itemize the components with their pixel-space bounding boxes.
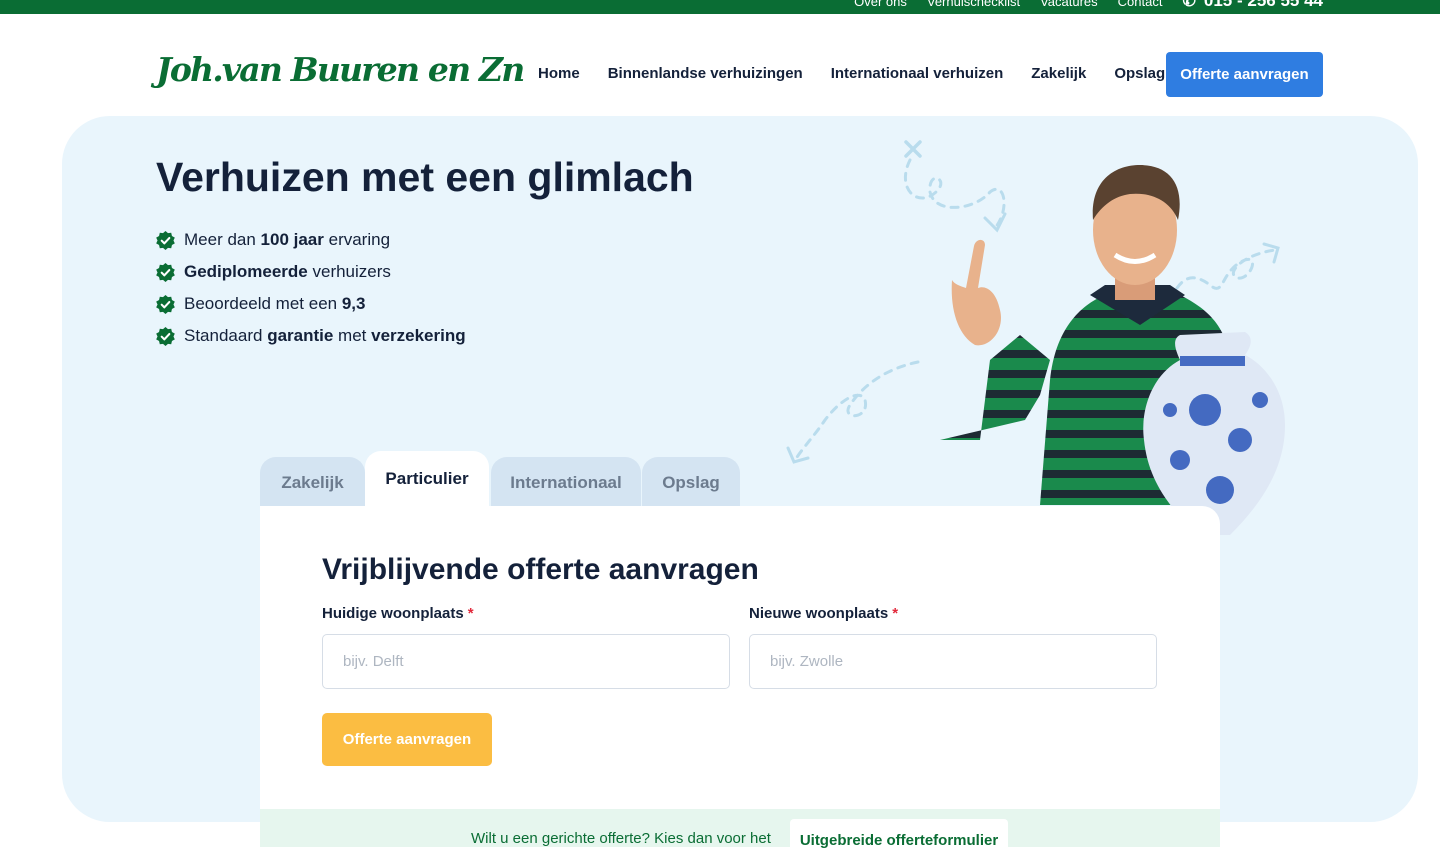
nav-internationaal-verhuizen[interactable]: Internationaal verhuizen bbox=[831, 65, 1004, 82]
usp-segment: Standaard bbox=[184, 326, 268, 345]
usp-text: Meer dan 100 jaar ervaring bbox=[184, 230, 390, 250]
top-link-vacatures[interactable]: Vacatures bbox=[1040, 0, 1098, 9]
usp-text: Standaard garantie met verzekering bbox=[184, 326, 466, 346]
required-marker: * bbox=[467, 605, 474, 622]
check-badge-icon bbox=[156, 326, 175, 346]
tab-particulier[interactable]: Particulier bbox=[365, 451, 489, 508]
tab-opslag[interactable]: Opslag bbox=[642, 457, 740, 508]
top-links: Over ons Verhuischecklist Vacatures Cont… bbox=[854, 0, 1323, 11]
nav-opslag[interactable]: Opslag bbox=[1114, 65, 1165, 82]
current-city-label: Huidige woonplaats * bbox=[322, 605, 474, 622]
usp-text: Gediplomeerde verhuizers bbox=[184, 262, 391, 282]
extended-form-text: Wilt u een gerichte offerte? Kies dan vo… bbox=[471, 830, 771, 847]
hero-title: Verhuizen met een glimlach bbox=[156, 154, 694, 200]
header-quote-button[interactable]: Offerte aanvragen bbox=[1166, 52, 1323, 97]
usp-segment: met bbox=[333, 326, 372, 345]
usp-highlight: 100 jaar bbox=[260, 230, 324, 249]
check-badge-icon bbox=[156, 230, 175, 250]
usp-item: Standaard garantie met verzekering bbox=[156, 320, 466, 352]
tab-internationaal[interactable]: Internationaal bbox=[491, 457, 641, 508]
phone-icon: ✆ bbox=[1182, 0, 1196, 10]
usp-segment: Beoordeeld met een bbox=[184, 294, 342, 313]
phone-link[interactable]: ✆ 015 - 256 55 44 bbox=[1182, 0, 1323, 11]
check-badge-icon bbox=[156, 262, 175, 282]
extended-form-banner: Wilt u een gerichte offerte? Kies dan vo… bbox=[260, 809, 1220, 849]
top-link-verhuischecklist[interactable]: Verhuischecklist bbox=[927, 0, 1020, 9]
current-city-input[interactable] bbox=[322, 634, 730, 689]
main-nav: Home Binnenlandse verhuizingen Internati… bbox=[538, 65, 1165, 82]
hero-person-image bbox=[940, 165, 1285, 535]
top-link-over-ons[interactable]: Over ons bbox=[854, 0, 907, 9]
tab-zakelijk[interactable]: Zakelijk bbox=[260, 457, 365, 508]
usp-text: Beoordeeld met een 9,3 bbox=[184, 294, 365, 314]
check-badge-icon bbox=[156, 294, 175, 314]
usp-segment: ervaring bbox=[323, 230, 391, 249]
nav-binnenlandse-verhuizingen[interactable]: Binnenlandse verhuizingen bbox=[608, 65, 803, 82]
top-link-contact[interactable]: Contact bbox=[1118, 0, 1163, 9]
usp-segment: verhuizers bbox=[307, 262, 391, 281]
top-utility-bar: Over ons Verhuischecklist Vacatures Cont… bbox=[0, 0, 1440, 14]
usp-item: Beoordeeld met een 9,3 bbox=[156, 288, 466, 320]
phone-number: 015 - 256 55 44 bbox=[1203, 0, 1323, 10]
new-city-label: Nieuwe woonplaats * bbox=[749, 605, 899, 622]
usp-item: Gediplomeerde verhuizers bbox=[156, 256, 466, 288]
form-title: Vrijblijvende offerte aanvragen bbox=[322, 553, 759, 586]
nav-home[interactable]: Home bbox=[538, 65, 580, 82]
usp-item: Meer dan 100 jaar ervaring bbox=[156, 224, 466, 256]
submit-quote-button[interactable]: Offerte aanvragen bbox=[322, 713, 492, 766]
extended-form-link[interactable]: Uitgebreide offerteformulier bbox=[790, 819, 1008, 849]
nav-zakelijk[interactable]: Zakelijk bbox=[1031, 65, 1086, 82]
usp-highlight: Gediplomeerde bbox=[184, 262, 308, 281]
quote-form-card: Vrijblijvende offerte aanvragen Huidige … bbox=[260, 506, 1220, 849]
logo[interactable]: Joh.van Buuren en Zn bbox=[156, 50, 525, 89]
usp-list: Meer dan 100 jaar ervaring Gediplomeerde … bbox=[156, 224, 466, 352]
usp-highlight: 9,3 bbox=[341, 294, 366, 313]
new-city-input[interactable] bbox=[749, 634, 1157, 689]
usp-highlight: verzekering bbox=[371, 326, 466, 345]
site-header: Joh.van Buuren en Zn Home Binnenlandse v… bbox=[0, 14, 1440, 114]
usp-highlight: garantie bbox=[267, 326, 334, 345]
required-marker: * bbox=[892, 605, 899, 622]
usp-segment: Meer dan bbox=[184, 230, 261, 249]
